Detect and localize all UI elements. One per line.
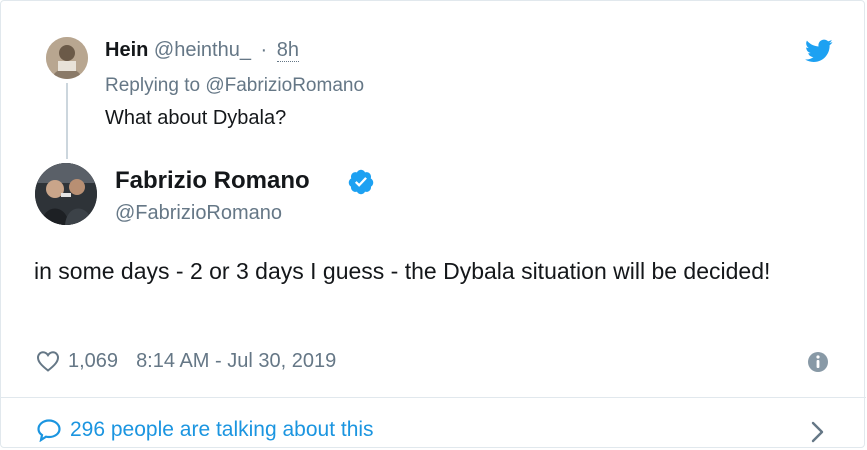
parent-author-name[interactable]: Hein xyxy=(105,39,148,61)
author-avatar[interactable] xyxy=(35,163,97,225)
verified-badge-icon xyxy=(348,169,374,195)
tweet-text: in some days - 2 or 3 days I guess - the… xyxy=(34,258,771,284)
parent-timestamp[interactable]: 8h xyxy=(276,39,299,62)
conversation-count-text: 296 people are talking about this xyxy=(70,418,374,441)
author-avatar-image xyxy=(35,163,97,225)
parent-avatar-image xyxy=(46,37,88,79)
parent-avatar[interactable] xyxy=(46,37,88,79)
heart-icon[interactable] xyxy=(36,350,60,372)
parent-tweet-text: What about Dybala? xyxy=(105,107,287,129)
author-name[interactable]: Fabrizio Romano xyxy=(115,167,310,195)
author-handle[interactable]: @FabrizioRomano xyxy=(115,202,282,225)
embedded-tweet-card[interactable]: Hein @heinthu_ · 8h Replying to @Fabrizi… xyxy=(0,0,866,448)
speech-bubble-icon xyxy=(37,419,61,442)
replying-to-label: Replying to xyxy=(105,75,206,96)
parent-header: Hein @heinthu_ · 8h xyxy=(105,39,299,62)
twitter-bird-icon[interactable] xyxy=(805,39,833,63)
tweet-timestamp[interactable]: 8:14 AM - Jul 30, 2019 xyxy=(136,350,336,373)
parent-author-handle[interactable]: @heinthu_ xyxy=(154,39,251,61)
like-count[interactable]: 1,069 xyxy=(68,350,118,373)
conversation-link[interactable]: 296 people are talking about this xyxy=(36,415,374,445)
chevron-right-icon[interactable] xyxy=(809,419,827,445)
separator-dot: · xyxy=(260,39,268,61)
info-icon[interactable] xyxy=(807,351,829,373)
tweet-meta-row: 1,069 8:14 AM - Jul 30, 2019 xyxy=(36,347,336,375)
thread-line xyxy=(66,83,68,159)
replying-to-line: Replying to @FabrizioRomano xyxy=(105,75,364,97)
footer-divider xyxy=(1,397,866,398)
replying-to-mention[interactable]: @FabrizioRomano xyxy=(205,75,364,96)
